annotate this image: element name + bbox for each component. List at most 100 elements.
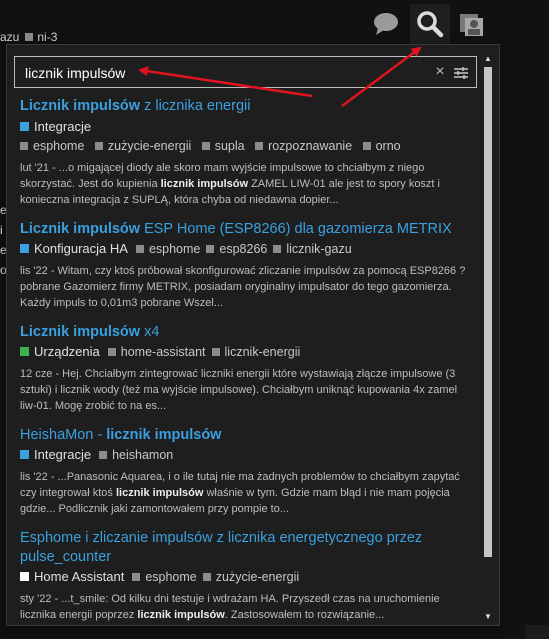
breadcrumb: azu ni-3	[0, 30, 57, 44]
tag-label: zużycie-energii	[215, 570, 300, 584]
blurb-text: 12 cze - Hej. Chciałbym zintegrować licz…	[20, 368, 458, 412]
tag-square-icon	[202, 573, 211, 581]
tag-square-icon	[273, 245, 282, 253]
tag-label: licznik-gazu	[286, 242, 352, 256]
tag[interactable]: zużycie-energii	[89, 139, 191, 153]
blurb-highlight: licznik impulsów	[160, 178, 249, 190]
tag[interactable]: orno	[357, 139, 401, 153]
category-label: Konfiguracja HA	[34, 241, 128, 256]
breadcrumb-tag[interactable]: ni-3	[37, 30, 57, 44]
blurb-highlight: licznik impulsów	[137, 609, 225, 621]
category-color-icon	[20, 572, 29, 581]
category-label: Urządzenia	[34, 344, 100, 359]
tag-label: esphome	[148, 242, 201, 256]
search-result[interactable]: Licznik impulsów z licznika energii Inte…	[20, 97, 475, 208]
category-label: Home Assistant	[34, 569, 125, 584]
result-blurb: lis '22 - Witam, czy ktoś próbował skonf…	[20, 263, 475, 311]
result-title[interactable]: HeishaMon - licznik impulsów	[20, 426, 475, 445]
result-title-rest: Esphome i zliczanie impulsów z licznika …	[20, 530, 423, 565]
tag-label: orno	[375, 139, 401, 153]
result-title-rest: z licznika energii	[140, 98, 251, 114]
search-result[interactable]: Esphome i zliczanie impulsów z licznika …	[20, 529, 475, 623]
result-category[interactable]: Konfiguracja HA esphome esp8266 licznik-gaz…	[20, 240, 475, 258]
tag-label: esphome	[33, 139, 85, 153]
search-box: ×	[14, 56, 477, 88]
result-title[interactable]: Licznik impulsów ESP Home (ESP8266) dla …	[20, 220, 475, 239]
search-dropdown-panel: × Licznik impulsów z licznika energii In…	[6, 44, 500, 626]
breadcrumb-text[interactable]: azu	[0, 30, 19, 44]
user-menu-icon[interactable]	[455, 8, 487, 40]
tag-square-icon	[211, 348, 220, 356]
background-strip	[525, 625, 549, 639]
blurb-highlight: licznik impulsów	[115, 487, 204, 499]
tag-square-icon	[20, 142, 28, 150]
tag-square-icon	[255, 142, 264, 150]
result-blurb: lut '21 - ...o migającej diody ale skoro…	[20, 160, 475, 208]
result-title-rest: HeishaMon -	[20, 427, 107, 443]
tag-square-icon	[25, 33, 34, 41]
result-title[interactable]: Esphome i zliczanie impulsów z licznika …	[20, 529, 475, 567]
blurb-text: lis '22 - Witam, czy ktoś próbował skonf…	[20, 265, 466, 309]
scroll-up-icon[interactable]: ▲	[482, 53, 494, 65]
tag[interactable]: home-assistant	[100, 345, 206, 359]
result-title-highlight: Licznik impulsów	[20, 221, 141, 237]
search-input[interactable]	[23, 63, 407, 83]
category-label: Integracje	[34, 447, 92, 462]
result-title-rest: x4	[140, 324, 160, 340]
scrollbar-thumb[interactable]	[484, 67, 492, 557]
results-scrollbar[interactable]: ▲ ▼	[482, 53, 494, 623]
result-category[interactable]: Integracje heishamon	[20, 446, 475, 464]
tag[interactable]: heishamon	[91, 448, 173, 462]
result-tags: esphome zużycie-energii supla rozpoznawa…	[20, 137, 475, 155]
category-color-icon	[20, 244, 29, 253]
tag-label: supla	[214, 139, 245, 153]
chat-icon[interactable]	[370, 8, 402, 40]
category-color-icon	[20, 450, 29, 459]
tag[interactable]: esphome	[128, 242, 200, 256]
category-label: Integracje	[34, 119, 92, 134]
search-icon[interactable]	[410, 4, 450, 44]
advanced-search-icon[interactable]	[453, 65, 469, 81]
result-category[interactable]: Integracje	[20, 118, 475, 136]
tag-label: rozpoznawanie	[268, 139, 353, 153]
result-category[interactable]: Urządzenia home-assistant licznik-energii	[20, 343, 475, 361]
tag-label: licznik-energii	[224, 345, 301, 359]
result-category[interactable]: Home Assistant esphome zużycie-energii	[20, 568, 475, 586]
tag[interactable]: esp8266	[200, 242, 267, 256]
clear-search-icon[interactable]: ×	[431, 62, 449, 82]
result-blurb: 12 cze - Hej. Chciałbym zintegrować licz…	[20, 366, 475, 414]
blurb-text: . Zastosowałem to rozwiązanie...	[224, 609, 385, 621]
result-title-rest: ESP Home (ESP8266) dla gazomierza METRIX	[140, 221, 452, 237]
tag[interactable]: esphome	[20, 139, 84, 153]
tag-square-icon	[201, 142, 210, 150]
search-result[interactable]: Licznik impulsów ESP Home (ESP8266) dla …	[20, 220, 475, 311]
tag[interactable]: esphome	[124, 570, 197, 584]
search-result[interactable]: Licznik impulsów x4 Urządzenia home-assis…	[20, 323, 475, 414]
result-blurb: lis '22 - ...Panasonic Aquarea, i o ile …	[20, 469, 475, 517]
result-title-highlight: licznik impulsów	[106, 427, 222, 443]
result-title-highlight: Licznik impulsów	[20, 324, 141, 340]
tag[interactable]: supla	[196, 139, 245, 153]
tag-square-icon	[94, 142, 103, 150]
tag-square-icon	[135, 245, 144, 253]
tag[interactable]: zużycie-energii	[197, 570, 299, 584]
category-color-icon	[20, 122, 29, 131]
tag-square-icon	[99, 451, 108, 459]
result-blurb: sty '22 - ...t_smile: Od kilku dni testu…	[20, 591, 475, 623]
scroll-down-icon[interactable]: ▼	[482, 611, 494, 623]
tag-label: home-assistant	[120, 345, 206, 359]
tag-square-icon	[132, 573, 141, 581]
result-title[interactable]: Licznik impulsów z licznika energii	[20, 97, 475, 116]
tag-square-icon	[362, 142, 371, 150]
tag-label: zużycie-energii	[107, 139, 192, 153]
result-title[interactable]: Licznik impulsów x4	[20, 323, 475, 342]
search-results: Licznik impulsów z licznika energii Inte…	[20, 97, 475, 625]
search-result[interactable]: HeishaMon - licznik impulsów Integracje h…	[20, 426, 475, 517]
category-color-icon	[20, 347, 29, 356]
tag-square-icon	[206, 245, 215, 253]
tag-label: esp8266	[219, 242, 268, 256]
tag[interactable]: licznik-energii	[206, 345, 301, 359]
tag-square-icon	[107, 348, 116, 356]
tag[interactable]: rozpoznawanie	[249, 139, 352, 153]
tag[interactable]: licznik-gazu	[267, 242, 352, 256]
